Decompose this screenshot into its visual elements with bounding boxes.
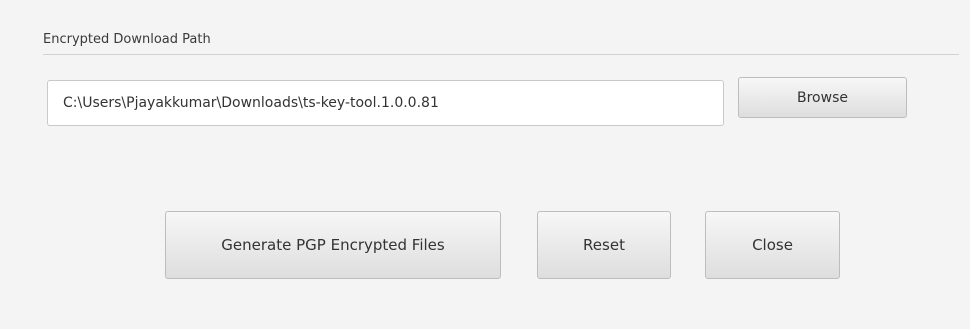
section-title: Encrypted Download Path xyxy=(43,32,211,47)
reset-button[interactable]: Reset xyxy=(537,211,671,279)
section-divider xyxy=(43,54,959,55)
download-path-input[interactable] xyxy=(47,80,724,126)
close-button[interactable]: Close xyxy=(705,211,840,279)
browse-button[interactable]: Browse xyxy=(738,77,907,118)
generate-pgp-encrypted-files-button[interactable]: Generate PGP Encrypted Files xyxy=(165,211,501,279)
